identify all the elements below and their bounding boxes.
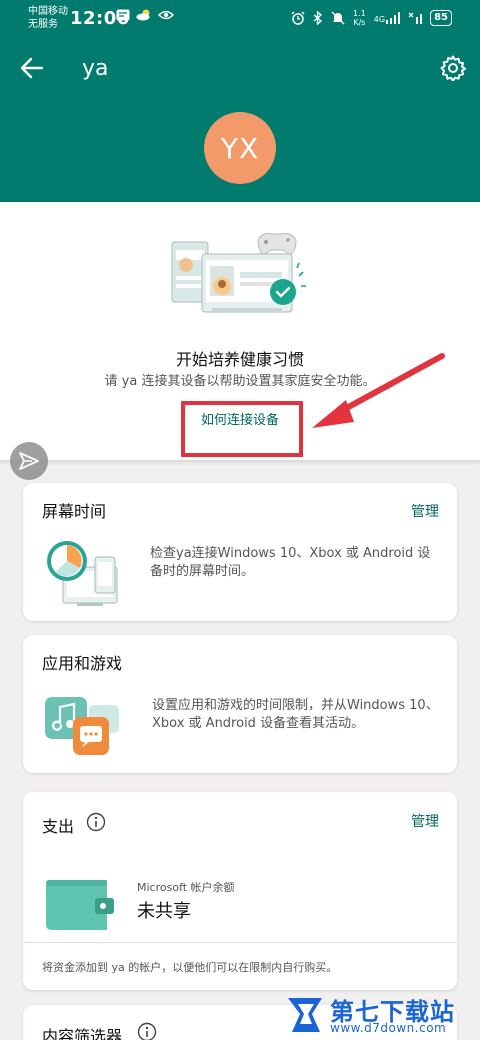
alarm-icon — [291, 11, 305, 25]
page-title: ya — [82, 56, 109, 81]
watermark: 第七下载站 www.d7down.com — [282, 990, 478, 1040]
wallet-icon — [46, 880, 114, 930]
status-bar: 中国移动 无服务 12:06 1.1 K/s 4G 85 — [0, 0, 480, 40]
signal-icon: 4G — [374, 12, 401, 24]
bluetooth-icon — [313, 11, 323, 25]
net-speed: 1.1 K/s — [353, 9, 366, 27]
card-title: 内容筛选器 — [42, 1027, 123, 1040]
mute-icon — [331, 11, 345, 25]
back-arrow-icon[interactable] — [20, 57, 44, 79]
gear-icon[interactable] — [440, 55, 466, 81]
app-bar: ya — [0, 40, 480, 98]
card-title: 支出 — [42, 817, 75, 836]
screen-time-card[interactable]: 屏幕时间 管理 检查ya连接Windows 10、Xbox 或 Android … — [23, 483, 457, 621]
apps-games-illustration — [45, 697, 119, 755]
spending-card[interactable]: 支出 管理 Microsoft 帐户余额 未共享 将资金添加到 ya 的帐户，以… — [23, 792, 457, 990]
floating-share-button[interactable] — [10, 442, 48, 480]
watermark-url: www.d7down.com — [330, 1021, 447, 1035]
status-right-icons: 1.1 K/s 4G 85 — [291, 9, 452, 27]
annotation-arrow — [312, 353, 445, 428]
card-title: 应用和游戏 — [42, 654, 123, 673]
manage-button[interactable]: 管理 — [411, 501, 439, 521]
devices-illustration — [171, 233, 306, 313]
status-left-icons — [116, 9, 174, 21]
carrier-info: 中国移动 无服务 — [28, 6, 68, 30]
screen-time-illustration — [47, 541, 118, 606]
annotation-highlight-box — [181, 401, 303, 457]
card-description: 设置应用和游戏的时间限制，并从Windows 10、Xbox 或 Android… — [152, 698, 439, 731]
eye-icon — [158, 10, 174, 20]
spending-footer: 将资金添加到 ya 的帐户，以便他们可以在限制内自行购买。 — [42, 961, 338, 974]
balance-value: 未共享 — [137, 901, 191, 922]
battery-icon: 85 — [430, 10, 452, 26]
message-icon — [116, 9, 130, 21]
watermark-logo-icon — [288, 998, 322, 1032]
apps-games-card[interactable]: 应用和游戏 设置应用和游戏的时间限制，并从Windows 10、Xbox 或 A… — [23, 635, 457, 773]
manage-button[interactable]: 管理 — [411, 811, 439, 831]
divider — [23, 942, 457, 943]
send-icon — [19, 452, 39, 470]
card-description: 检查ya连接Windows 10、Xbox 或 Android 设备时的屏幕时间… — [150, 546, 431, 579]
card-title: 屏幕时间 — [42, 502, 107, 521]
info-icon[interactable] — [86, 812, 106, 832]
balance-label: Microsoft 帐户余额 — [137, 881, 235, 894]
avatar: YX — [204, 112, 276, 184]
no-signal-icon — [408, 12, 423, 24]
info-icon[interactable] — [137, 1022, 157, 1040]
weather-icon — [136, 9, 150, 21]
